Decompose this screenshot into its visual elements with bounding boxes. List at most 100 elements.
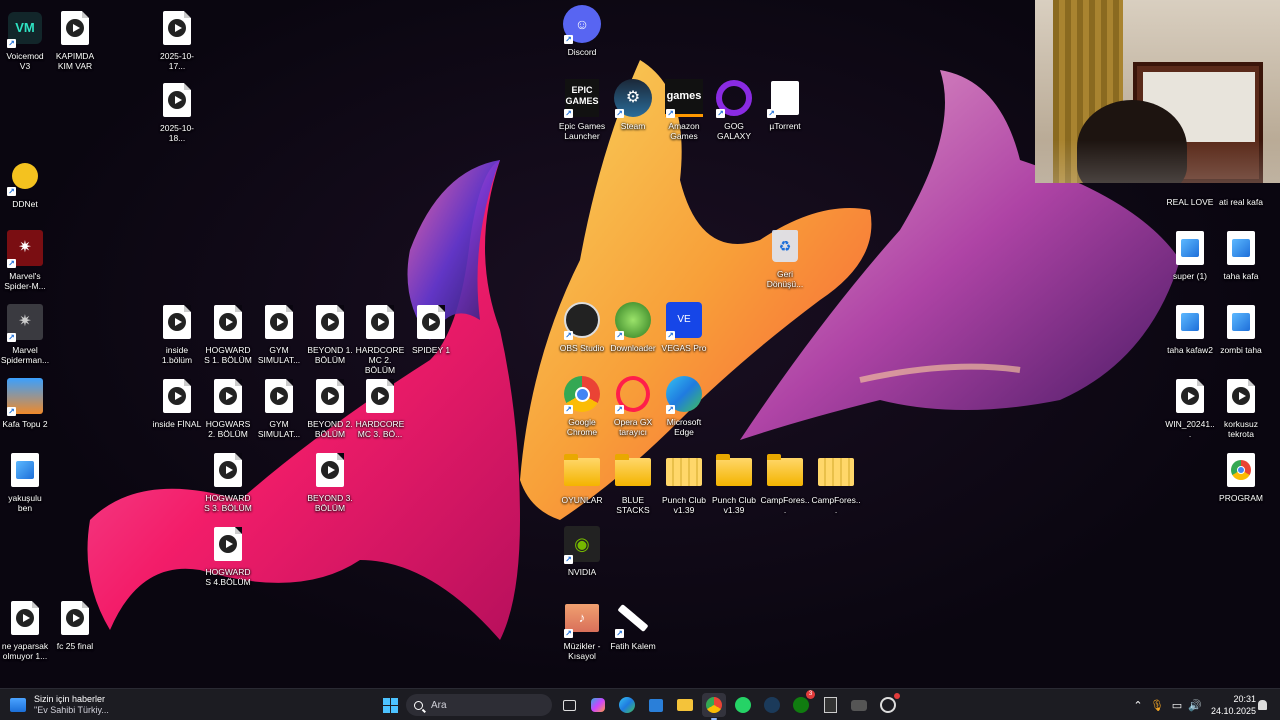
start-button[interactable] <box>378 693 402 717</box>
hog2-file[interactable]: HOGWARS 2. BÖLÜM <box>203 376 253 439</box>
game-launcher-button[interactable] <box>847 693 871 717</box>
insidefinal-file[interactable]: inside FİNAL <box>152 376 202 429</box>
gog-shortcut[interactable]: ↗ GOG GALAXY <box>709 78 759 141</box>
search-box[interactable] <box>406 694 552 716</box>
epic-shortcut[interactable]: EPIC GAMES ↗ Epic Games Launcher <box>557 78 607 141</box>
notification-button[interactable] <box>1254 693 1270 717</box>
file-label: yakuşulu ben <box>8 493 42 513</box>
obs-icon: ↗ <box>562 300 602 340</box>
hardcore2-file[interactable]: HARDCORE MC 2. BÖLÜM <box>355 302 405 375</box>
obs-shortcut[interactable]: ↗ OBS Studio <box>557 300 607 353</box>
hardcore3-file[interactable]: HARDCORE MC 3. BÖ... <box>355 376 405 439</box>
spiderman-shortcut[interactable]: ✷ ↗ Marvel's Spider-M... <box>0 228 50 291</box>
fc25-file[interactable]: fc 25 final <box>50 598 100 651</box>
file-label: HOGWARDS 1. BÖLÜM <box>204 345 252 365</box>
program-shortcut[interactable]: PROGRAM <box>1216 450 1266 503</box>
vegas-shortcut[interactable]: VE ↗ VEGAS Pro <box>659 300 709 353</box>
punch2-folder[interactable]: Punch Club v1.39 <box>709 452 759 515</box>
video-file-icon <box>157 302 197 342</box>
folder-label: BLUE STACKS <box>616 495 650 515</box>
atirealkafa-file[interactable]: ati real kafa <box>1216 182 1266 207</box>
steam-shortcut[interactable]: ⚙ ↗ Steam <box>608 78 658 131</box>
neyaparsak-file[interactable]: ne yaparsak olmuyor 1... <box>0 598 50 661</box>
file-label: ati real kafa <box>1219 197 1263 207</box>
reallove-file[interactable]: REAL LOVE <box>1165 182 1215 207</box>
music-folder-icon: ♪ ↗ <box>562 598 602 638</box>
news-icon <box>10 698 26 712</box>
hog1-file[interactable]: HOGWARDS 1. BÖLÜM <box>203 302 253 365</box>
microphone-icon[interactable]: 🎙 <box>1146 699 1168 712</box>
korkusuz-file[interactable]: korkusuz tekrota <box>1216 376 1266 439</box>
search-icon <box>414 700 423 710</box>
tahakafa-file[interactable]: taha kafa <box>1216 228 1266 281</box>
clock-date: 24.10.2025 <box>1210 706 1256 716</box>
chevron-up-icon[interactable]: ⌃ <box>1130 699 1146 712</box>
oyunlar-folder[interactable]: OYUNLAR <box>557 452 607 505</box>
spiderman2-shortcut[interactable]: ✷ ↗ Marvel Spiderman... <box>0 302 50 365</box>
steam-taskbar-button[interactable] <box>760 693 784 717</box>
discord-shortcut[interactable]: ☺ ↗ Discord <box>557 4 607 57</box>
gym1-file[interactable]: GYM SIMULAT... <box>254 302 304 365</box>
beyond2-file[interactable]: BEYOND 2. BÖLÜM <box>305 376 355 439</box>
utorrent-shortcut[interactable]: ↗ µTorrent <box>760 78 810 131</box>
fatih-kalem-shortcut[interactable]: ↗ Fatih Kalem <box>608 598 658 651</box>
hog3-file[interactable]: HOGWARDS 3. BÖLÜM <box>203 450 253 513</box>
recorder-button[interactable] <box>876 693 900 717</box>
opera-gx-shortcut[interactable]: ↗ Opera GX tarayıcı <box>608 374 658 437</box>
copilot-button[interactable] <box>586 693 610 717</box>
downloader-shortcut[interactable]: ↗ Downloader <box>608 300 658 353</box>
network-icon[interactable]: ▭ <box>1168 699 1186 712</box>
camp1-folder[interactable]: CampFores... <box>760 452 810 515</box>
hog4-file[interactable]: HOGWARDS 4.BÖLÜM <box>203 524 253 587</box>
zombitaha-file[interactable]: zombi taha <box>1216 302 1266 355</box>
xbox-button[interactable]: 3 <box>789 690 815 717</box>
edge-shortcut[interactable]: ↗ Microsoft Edge <box>659 374 709 437</box>
clock[interactable]: 20:31 24.10.2025 <box>1208 693 1256 717</box>
image-file-icon <box>1170 302 1210 342</box>
volume-icon[interactable]: 🔊 <box>1186 699 1204 712</box>
camp2-zip[interactable]: CampFores... <box>811 452 861 515</box>
file-label: SPIDEY 1 <box>411 345 451 355</box>
yakusulu-file[interactable]: yakuşulu ben <box>0 450 50 513</box>
super-file[interactable]: super (1) <box>1165 228 1215 281</box>
nvidia-shortcut[interactable]: ◉ ↗ NVIDIA <box>557 524 607 577</box>
search-input[interactable] <box>431 699 541 711</box>
beyond3-file[interactable]: BEYOND 3. BÖLÜM <box>305 450 355 513</box>
punch1-zip[interactable]: Punch Club v1.39 <box>659 452 709 515</box>
folder-label: CampFores... <box>760 495 810 515</box>
recycle-bin[interactable]: ♻ Geri Dönüşü... <box>760 226 810 289</box>
gym2-file[interactable]: GYM SIMULAT... <box>254 376 304 439</box>
store-button[interactable] <box>644 693 668 717</box>
file-label: REAL LOVE <box>1166 197 1214 207</box>
date1-file[interactable]: 2025-10-17... <box>152 8 202 71</box>
edge-taskbar-button[interactable] <box>615 693 639 717</box>
inside1-file[interactable]: inside 1.bölüm <box>152 302 202 365</box>
file-label: zombi taha <box>1220 345 1262 355</box>
bluestacks-folder[interactable]: BLUE STACKS <box>608 452 658 515</box>
tahakafaw2-file[interactable]: taha kafaw2 <box>1165 302 1215 355</box>
image-file-icon <box>1221 228 1261 268</box>
ddnet-shortcut[interactable]: ↗ DDNet <box>0 156 50 209</box>
file-explorer-button[interactable] <box>673 693 697 717</box>
task-view-button[interactable] <box>557 693 581 717</box>
amazon-games-shortcut[interactable]: games ↗ Amazon Games <box>659 78 709 141</box>
beyond1-file[interactable]: BEYOND 1. BÖLÜM <box>305 302 355 365</box>
kafatopu-shortcut[interactable]: ↗ Kafa Topu 2 <box>0 376 50 429</box>
kapimda-file[interactable]: KAPIMDA KIM VAR <box>50 8 100 71</box>
news-widget[interactable]: Sizin için haberler "Ev Sahibi Türkiy... <box>10 693 109 717</box>
news-subtitle: "Ev Sahibi Türkiy... <box>34 705 109 715</box>
voicemod-shortcut[interactable]: VM ↗ Voicemod V3 <box>0 8 50 71</box>
zip-folder-icon <box>816 452 856 492</box>
folder-icon <box>765 452 805 492</box>
folder-icon <box>613 452 653 492</box>
whatsapp-button[interactable] <box>731 693 755 717</box>
file-label: BEYOND 1. BÖLÜM <box>307 345 353 365</box>
chrome-shortcut[interactable]: ↗ Google Chrome <box>557 374 607 437</box>
muzikler-shortcut[interactable]: ♪ ↗ Müzikler - Kısayol <box>557 598 607 661</box>
date2-file[interactable]: 2025-10-18... <box>152 80 202 143</box>
win2024-file[interactable]: WIN_20241... <box>1165 376 1215 439</box>
epic-taskbar-button[interactable] <box>818 693 842 717</box>
file-icon <box>1170 182 1210 194</box>
chrome-taskbar-button[interactable] <box>702 693 726 720</box>
spidey-file[interactable]: SPIDEY 1 <box>406 302 456 355</box>
